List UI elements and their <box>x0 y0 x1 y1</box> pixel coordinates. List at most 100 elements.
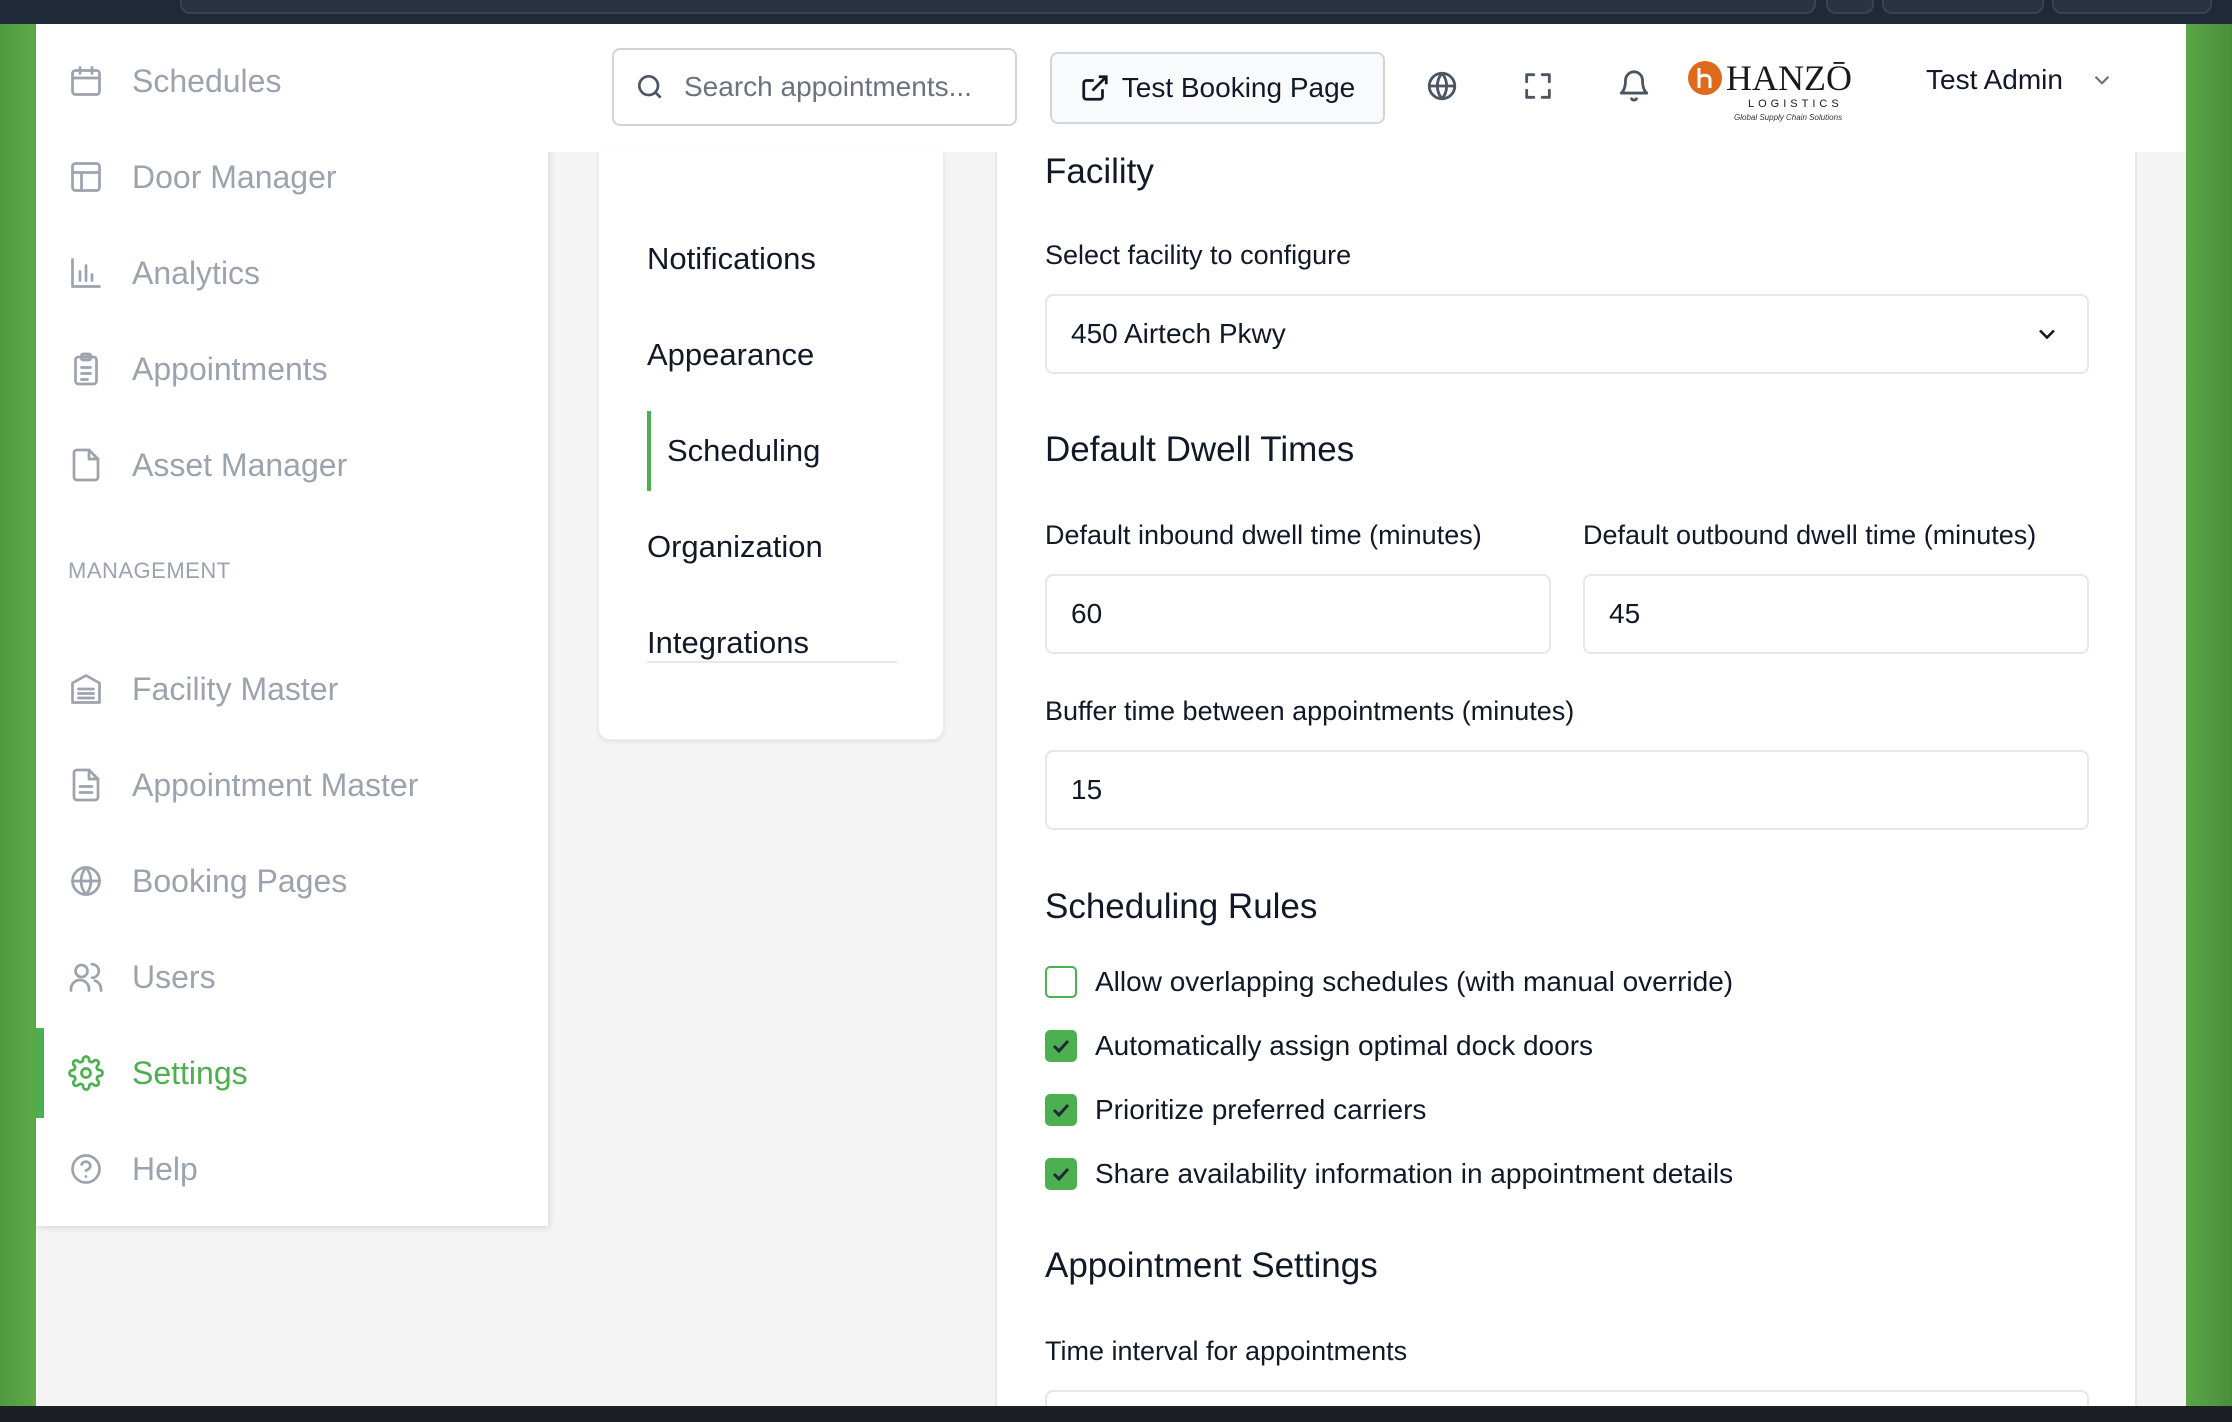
user-menu[interactable]: Test Admin <box>1926 64 2115 96</box>
chevron-down-icon <box>2094 75 2110 85</box>
gear-icon <box>66 1053 106 1093</box>
buffer-time-label: Buffer time between appointments (minute… <box>1045 696 1575 726</box>
sidebar-item-facility-master[interactable]: Facility Master <box>36 644 548 734</box>
search-input[interactable] <box>684 71 1004 103</box>
browser-button[interactable] <box>1882 0 2044 14</box>
sidebar-item-asset-manager[interactable]: Asset Manager <box>36 420 548 510</box>
sidebar-item-analytics[interactable]: Analytics <box>36 228 548 318</box>
svg-text:HANZŌ: HANZŌ <box>1726 58 1852 98</box>
rule-allow-overlap[interactable]: Allow overlapping schedules (with manual… <box>1045 966 1733 998</box>
sidebar-item-label: Door Manager <box>132 158 337 195</box>
sidebar-item-schedules[interactable]: Schedules <box>36 36 548 126</box>
file-icon <box>66 445 106 485</box>
rule-share-availability[interactable]: Share availability information in appoin… <box>1045 1158 1733 1190</box>
rule-prioritize-carriers[interactable]: Prioritize preferred carriers <box>1045 1094 1426 1126</box>
facility-select-value: 450 Airtech Pkwy <box>1071 318 1286 349</box>
notifications-button[interactable] <box>1612 64 1656 108</box>
chevron-down-icon <box>2039 329 2055 340</box>
facility-heading: Facility <box>1045 152 1154 191</box>
scheduling-settings-panel: Facility Select facility to configure 45… <box>995 152 2137 1406</box>
app-window: Schedules Door Manager Analytics Appoint… <box>0 24 2232 1406</box>
sidebar-item-appointment-master[interactable]: Appointment Master <box>36 740 548 830</box>
checkbox-unchecked[interactable] <box>1045 966 1077 998</box>
divider <box>647 661 897 663</box>
rule-label: Prioritize preferred carriers <box>1095 1094 1427 1125</box>
time-interval-label: Time interval for appointments <box>1045 1336 1408 1366</box>
rule-label: Allow overlapping schedules (with manual… <box>1095 966 1734 997</box>
settings-tab-scheduling[interactable]: Scheduling <box>647 411 820 491</box>
rule-label: Share availability information in appoin… <box>1095 1158 1734 1189</box>
bar-chart-icon <box>66 253 106 293</box>
settings-tab-appearance[interactable]: Appearance <box>647 315 814 395</box>
sidebar-item-booking-pages[interactable]: Booking Pages <box>36 836 548 926</box>
sidebar-item-label: Booking Pages <box>132 862 348 899</box>
sidebar: Schedules Door Manager Analytics Appoint… <box>36 24 548 1226</box>
window-bottom-edge <box>0 1406 2232 1422</box>
test-booking-page-button[interactable]: Test Booking Page <box>1050 52 1385 124</box>
bell-icon <box>1619 70 1649 102</box>
checkbox-checked[interactable] <box>1045 1158 1077 1190</box>
sidebar-item-appointments[interactable]: Appointments <box>36 324 548 414</box>
time-interval-select[interactable] <box>1045 1390 2089 1406</box>
document-icon <box>66 765 106 805</box>
facility-select[interactable]: 450 Airtech Pkwy <box>1045 294 2089 374</box>
svg-text:LOGISTICS: LOGISTICS <box>1748 98 1843 110</box>
clipboard-icon <box>66 349 106 389</box>
frame-border-left <box>0 24 36 1406</box>
building-icon <box>66 669 106 709</box>
sidebar-item-users[interactable]: Users <box>36 932 548 1022</box>
sidebar-item-label: Users <box>132 958 216 995</box>
fullscreen-button[interactable] <box>1516 64 1560 108</box>
checkbox-checked[interactable] <box>1045 1094 1077 1126</box>
test-booking-label: Test Booking Page <box>1121 72 1356 103</box>
fullscreen-icon <box>1525 73 1551 99</box>
users-icon <box>66 957 106 997</box>
sidebar-item-label: Settings <box>132 1054 248 1091</box>
address-bar[interactable] <box>180 0 1816 14</box>
outbound-dwell-input[interactable]: 45 <box>1583 574 2089 654</box>
sidebar-item-door-manager[interactable]: Door Manager <box>36 132 548 222</box>
top-header: Test Booking Page HANZŌ HANZŌ LOGISTICS … <box>548 24 2186 152</box>
sidebar-item-help[interactable]: Help <box>36 1124 548 1214</box>
check-icon <box>1052 1167 1070 1182</box>
svg-text:Global Supply Chain Solutions: Global Supply Chain Solutions <box>1734 113 1842 122</box>
outbound-dwell-label: Default outbound dwell time (minutes) <box>1583 520 2037 550</box>
rule-label: Automatically assign optimal dock doors <box>1095 1030 1594 1061</box>
sidebar-item-label: Facility Master <box>132 670 339 707</box>
search-box[interactable] <box>612 48 1017 126</box>
sidebar-item-label: Analytics <box>132 254 261 291</box>
appointment-settings-heading: Appointment Settings <box>1045 1246 1378 1285</box>
settings-tab-organization[interactable]: Organization <box>647 507 823 587</box>
external-link-icon <box>1082 75 1108 101</box>
calendar-icon <box>66 61 106 101</box>
settings-tab-integrations[interactable]: Integrations <box>647 603 809 683</box>
check-icon <box>1052 1103 1070 1118</box>
globe-icon <box>1427 71 1457 101</box>
inbound-dwell-input[interactable]: 60 <box>1045 574 1551 654</box>
browser-chrome <box>0 0 2232 24</box>
hanzo-logo: HANZŌ HANZŌ LOGISTICS Global Supply Chai… <box>1686 54 1866 124</box>
browser-button[interactable] <box>2052 0 2212 14</box>
facility-label: Select facility to configure <box>1045 240 1352 270</box>
checkbox-checked[interactable] <box>1045 1030 1077 1062</box>
help-circle-icon <box>66 1149 106 1189</box>
section-label-management: MANAGEMENT <box>68 558 231 583</box>
user-name: Test Admin <box>1926 64 2063 95</box>
scheduling-rules-heading: Scheduling Rules <box>1045 887 1318 926</box>
globe-icon <box>66 861 106 901</box>
layout-icon <box>66 157 106 197</box>
inbound-dwell-label: Default inbound dwell time (minutes) <box>1045 520 1482 550</box>
sidebar-item-label: Appointment Master <box>132 766 419 803</box>
sidebar-item-settings[interactable]: Settings <box>36 1028 548 1118</box>
sidebar-item-label: Help <box>132 1150 198 1187</box>
sidebar-item-label: Appointments <box>132 350 328 387</box>
browser-button[interactable] <box>1826 0 1874 14</box>
language-button[interactable] <box>1420 64 1464 108</box>
settings-nav: Notifications Appearance Scheduling Orga… <box>598 152 944 740</box>
check-icon <box>1052 1039 1070 1054</box>
rule-auto-assign-doors[interactable]: Automatically assign optimal dock doors <box>1045 1030 1593 1062</box>
frame-border-right <box>2186 24 2232 1406</box>
search-icon <box>638 75 662 99</box>
buffer-time-input[interactable]: 15 <box>1045 750 2089 830</box>
settings-tab-notifications[interactable]: Notifications <box>647 219 816 299</box>
